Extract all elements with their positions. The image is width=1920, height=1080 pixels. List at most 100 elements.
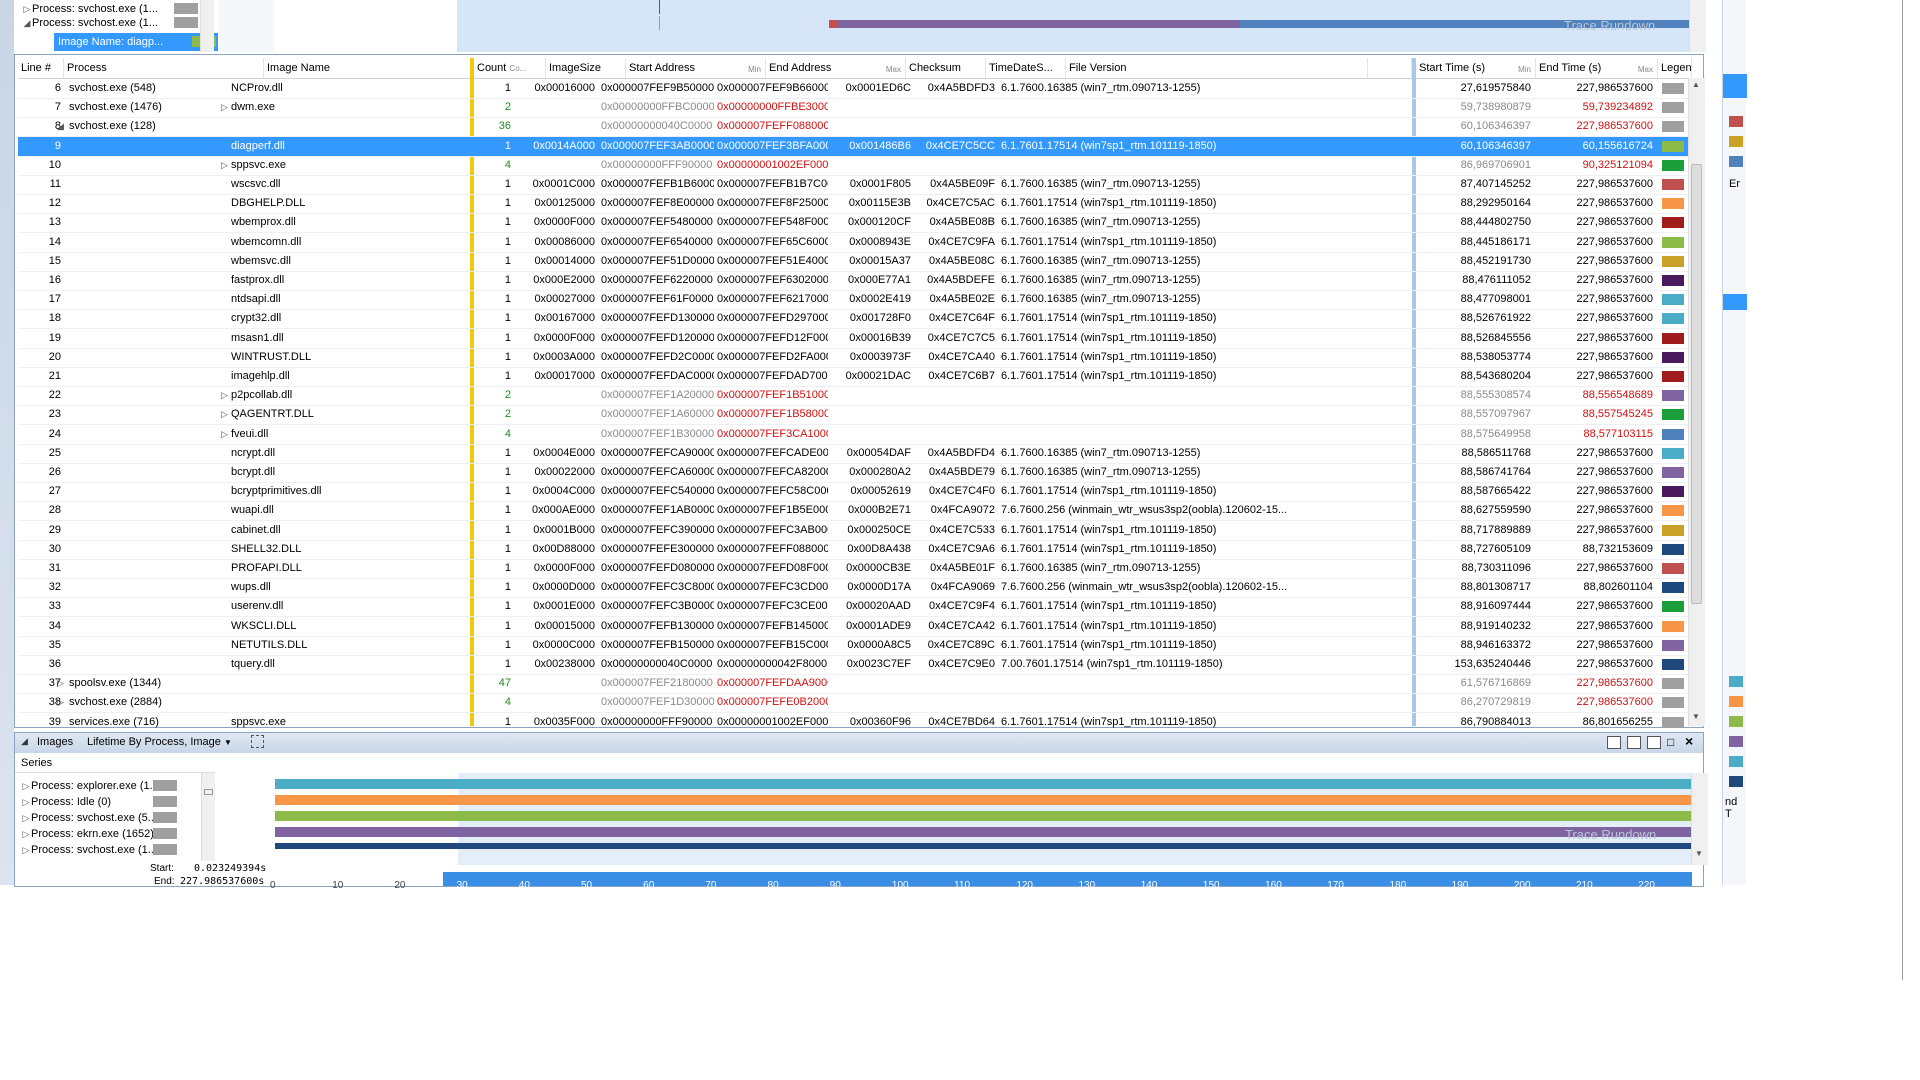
close-icon[interactable]: × [1685,733,1693,749]
lifetime-bar[interactable] [275,779,1693,789]
table-row[interactable]: 32 wups.dll 1 0x0000D000 0x000007FEFC3C8000 0… [18,578,1692,599]
cell-image-size: 0x00238000 [534,658,595,670]
axis-tick-label: 220 [1638,880,1655,891]
preset-dropdown[interactable]: Lifetime By Process, Image ▼ [87,736,232,748]
cell-end-time: 227,986537600 [1576,466,1653,478]
scroll-down-icon[interactable]: ▼ [1692,712,1700,721]
cell-image-name: dwm.exe [231,101,276,114]
col-checksum[interactable]: Checksum [906,58,986,78]
scroll-down-icon[interactable]: ▼ [1695,849,1703,858]
table-row[interactable]: 38 ▷ svchost.exe (2884) 4 0x000007FEF1D30000… [18,693,1692,714]
table-row[interactable]: 30 SHELL32.DLL 1 0x00D88000 0x000007FEFE3000… [18,540,1692,560]
cell-end-time: 88,577103115 [1583,427,1653,440]
table-row[interactable]: 9 diagperf.dll 1 0x0014A000 0x000007FEF3AB00… [18,136,1692,157]
col-file-version[interactable]: File Version [1066,58,1368,78]
table-row[interactable]: 37 ▷ spoolsv.exe (1344) 47 0x000007FEF218000… [18,674,1692,695]
cell-checksum: 0x000120CF [848,216,911,229]
legend-swatch [1662,351,1684,363]
graph-view-icon[interactable] [1627,736,1641,749]
series-scrollbar[interactable] [201,773,215,861]
table-row[interactable]: 8 ◢ svchost.exe (128) 36 0x00000000040C0000 0… [18,117,1692,138]
settings-grid-icon[interactable] [251,735,264,748]
cell-image-name: sppsvc.exe [231,158,287,171]
table-row[interactable]: 21 imagehlp.dll 1 0x00017000 0x000007FEFDAC0… [18,367,1692,387]
left-edge-strip [0,0,14,885]
cell-image-name: fastprox.dll [231,274,285,286]
table-row[interactable]: 19 msasn1.dll 1 0x0000F000 0x000007FEFD12000… [18,329,1692,349]
table-row[interactable]: 35 NETUTILS.DLL 1 0x0000C000 0x000007FEFB150… [18,636,1692,656]
table-row[interactable]: 16 fastprox.dll 1 0x000E2000 0x000007FEF6220… [18,271,1692,291]
top-series-item[interactable]: ◢ Process: svchost.exe (1... [22,14,200,32]
col-start-address[interactable]: Start Address Min [626,58,766,78]
table-row[interactable]: 28 wuapi.dll 1 0x000AE000 0x000007FEF1AB0000… [18,501,1692,522]
legend-swatch [1662,140,1684,152]
col-start-time[interactable]: Start Time (s) Min [1416,58,1536,78]
col-process[interactable]: Process [64,58,264,78]
table-row[interactable]: 6 svchost.exe (548) NCProv.dll 1 0x00016000 0… [18,79,1692,99]
cell-timedatestamp [914,405,998,424]
col-image-name[interactable]: Image Name [264,58,474,78]
cell-checksum: 0x0003973F [849,350,911,363]
lifetime-bar[interactable] [275,827,1693,837]
cell-image-size: 0x00027000 [534,293,595,306]
table-row[interactable]: 34 WKSCLI.DLL 1 0x00015000 0x000007FEFB13000… [18,617,1692,637]
table-row[interactable]: 27 bcryptprimitives.dll 1 0x0004C000 0x00000… [18,482,1692,503]
table-row[interactable]: 24 ▷ fveui.dll 4 0x000007FEF1B30000 0x000007F… [18,425,1692,445]
cell-checksum: 0x000E77A1 [848,274,911,286]
cell-end-time: 227,986537600 [1576,312,1653,325]
table-row[interactable]: 36 tquery.dll 1 0x00238000 0x00000000040C000… [18,655,1692,675]
col-line[interactable]: Line # [18,58,64,78]
table-row[interactable]: 12 DBGHELP.DLL 1 0x00125000 0x000007FEF8E000… [18,194,1692,215]
maximize-icon[interactable]: □ [1667,735,1674,749]
graph-scrollbar[interactable]: ▼ [1691,773,1708,865]
top-graph-scrollbar[interactable] [1689,0,1706,52]
split-view-icon[interactable] [1647,736,1661,749]
col-end-time[interactable]: End Time (s) Max [1536,58,1658,78]
col-timedatestamp[interactable]: TimeDateS... [986,58,1066,78]
top-series-item-selected[interactable]: Image Name: diagp... [54,33,218,51]
top-series-scrollbar[interactable] [200,0,214,52]
series-item[interactable]: ▷ Process: svchost.exe (1... [21,841,199,859]
axis-tick-label: 180 [1389,880,1407,891]
cell-checksum: 0x001486B6 [849,139,911,152]
lifetime-bar[interactable] [275,811,1693,821]
lifetime-bar[interactable] [275,795,1693,805]
expand-arrow-icon[interactable]: ▷ [21,841,31,859]
collapse-arrow-icon[interactable]: ◢ [22,14,32,32]
col-empty[interactable] [1368,58,1412,78]
cell-file-version: 7.6.7600.256 (winmain_wtr_wsus3sp2(oobla… [1001,581,1288,594]
table-row[interactable]: 31 PROFAPI.DLL 1 0x0000F000 0x000007FEFD0800… [18,559,1692,579]
table-row[interactable]: 17 ntdsapi.dll 1 0x00027000 0x000007FEF61F00… [18,290,1692,311]
lifetime-bar[interactable] [275,843,1693,849]
table-row[interactable]: 15 wbemsvc.dll 1 0x00014000 0x000007FEF51D00… [18,252,1692,272]
table-row[interactable]: 22 ▷ p2pcollab.dll 2 0x000007FEF1A20000 0x000… [18,386,1692,407]
col-image-size[interactable]: ImageSize [546,58,626,78]
legend-swatch [1662,467,1684,478]
table-row[interactable]: 18 crypt32.dll 1 0x00167000 0x000007FEFD1300… [18,309,1692,330]
table-view-icon[interactable] [1607,736,1621,749]
scroll-up-icon[interactable]: ▲ [1692,80,1700,89]
scrollbar-thumb[interactable] [204,789,213,795]
table-row[interactable]: 11 wscsvc.dll 1 0x0001C000 0x000007FEFB1B600… [18,175,1692,195]
col-end-address[interactable]: End Address Max [766,58,906,78]
cell-image-size [518,693,598,712]
table-row[interactable]: 29 cabinet.dll 1 0x0001B000 0x000007FEFC3900… [18,521,1692,541]
table-row[interactable]: 26 bcrypt.dll 1 0x00022000 0x000007FEFCA6000… [18,463,1692,483]
table-row[interactable]: 39 services.exe (716) sppsvc.exe 1 0x0035F00… [18,713,1692,733]
table-scrollbar[interactable]: ▲ ▼ [1688,78,1705,726]
table-row[interactable]: 7 svchost.exe (1476) ▷ dwm.exe 2 0x00000000FF… [18,98,1692,119]
table-row[interactable]: 23 ▷ QAGENTRT.DLL 2 0x000007FEF1A60000 0x0000… [18,405,1692,426]
col-legend[interactable]: Legend [1658,58,1692,78]
table-row[interactable]: 20 WINTRUST.DLL 1 0x0003A000 0x000007FEFD2C0… [18,348,1692,368]
table-row[interactable]: 10 ▷ sppsvc.exe 4 0x00000000FFF90000 0x000000… [18,156,1692,176]
cell-start-time: 88,526761922 [1460,312,1531,325]
top-graph-canvas[interactable]: Trace Rundown [274,0,1704,52]
table-row[interactable]: 14 wbemcomn.dll 1 0x00086000 0x000007FEF6540… [18,233,1692,253]
table-row[interactable]: 33 userenv.dll 1 0x0001E000 0x000007FEFC3B00… [18,597,1692,618]
col-count[interactable]: Count Co... [474,58,546,78]
scrollbar-thumb[interactable] [1691,164,1702,604]
table-row[interactable]: 25 ncrypt.dll 1 0x0004E000 0x000007FEFCA9000… [18,444,1692,464]
collapse-panel-icon[interactable]: ◢ [21,736,28,747]
lifetime-graph[interactable]: Trace Rundown [275,773,1693,865]
table-row[interactable]: 13 wbemprox.dll 1 0x0000F000 0x000007FEF5480… [18,213,1692,234]
